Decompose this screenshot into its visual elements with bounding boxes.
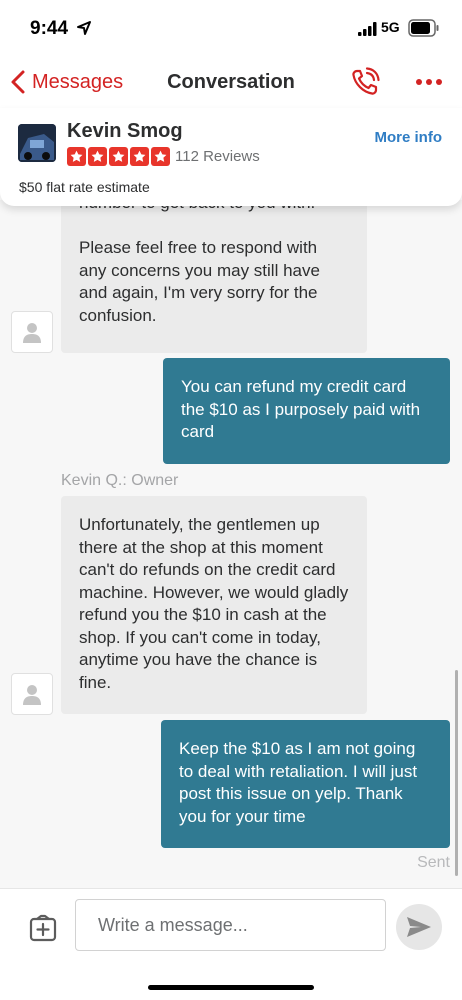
business-card: Kevin Smog 112 Reviews More info $50 fla… bbox=[0, 108, 462, 206]
back-button[interactable]: Messages bbox=[10, 68, 123, 96]
star-rating bbox=[67, 147, 170, 166]
nav-bar: Messages Conversation bbox=[0, 56, 462, 108]
scrollbar[interactable] bbox=[455, 670, 458, 876]
business-photo[interactable] bbox=[18, 124, 56, 162]
star-icon bbox=[88, 147, 107, 166]
message-text: number to get back to you with. Please f… bbox=[79, 200, 320, 325]
phone-icon bbox=[352, 67, 380, 95]
call-button[interactable] bbox=[348, 65, 382, 99]
chevron-left-icon bbox=[11, 70, 25, 94]
price-estimate: $50 flat rate estimate bbox=[19, 179, 150, 195]
more-options-button[interactable] bbox=[412, 65, 446, 99]
message-text: Unfortunately, the gentlemen up there at… bbox=[79, 515, 354, 692]
star-icon bbox=[151, 147, 170, 166]
star-icon bbox=[67, 147, 86, 166]
attach-button[interactable] bbox=[27, 913, 59, 945]
status-bar: 9:44 5G bbox=[0, 0, 462, 56]
status-time: 9:44 bbox=[30, 18, 69, 39]
sender-avatar bbox=[11, 673, 53, 715]
message-status: Sent bbox=[417, 854, 450, 871]
send-icon bbox=[407, 917, 431, 937]
network-type: 5G bbox=[381, 19, 400, 35]
message-composer bbox=[0, 888, 462, 1000]
message-bubble-outgoing: You can refund my credit card the $10 as… bbox=[163, 358, 450, 464]
message-bubble-incoming: Unfortunately, the gentlemen up there at… bbox=[61, 496, 367, 714]
star-icon bbox=[130, 147, 149, 166]
message-bubble-outgoing: Keep the $10 as I am not going to deal w… bbox=[161, 720, 450, 848]
message-input[interactable] bbox=[75, 899, 386, 951]
review-count: 112 Reviews bbox=[175, 148, 260, 165]
business-photo-image bbox=[18, 124, 56, 162]
home-indicator[interactable] bbox=[148, 985, 314, 990]
message-text: You can refund my credit card the $10 as… bbox=[181, 377, 425, 441]
message-text: Keep the $10 as I am not going to deal w… bbox=[179, 739, 422, 826]
message-bubble-incoming: number to get back to you with. Please f… bbox=[61, 200, 367, 353]
location-arrow-icon bbox=[77, 21, 91, 35]
user-icon bbox=[23, 685, 41, 705]
signal-icon bbox=[358, 22, 377, 36]
add-attachment-icon bbox=[29, 914, 57, 942]
more-dots-icon bbox=[416, 79, 442, 85]
send-button[interactable] bbox=[396, 904, 442, 950]
sender-avatar bbox=[11, 311, 53, 353]
sender-name: Kevin Q.: Owner bbox=[61, 472, 179, 489]
back-label: Messages bbox=[32, 70, 124, 93]
battery-icon bbox=[408, 19, 439, 37]
user-icon bbox=[23, 323, 41, 343]
more-info-link[interactable]: More info bbox=[375, 129, 443, 146]
business-name[interactable]: Kevin Smog bbox=[67, 120, 183, 143]
conversation-thread[interactable]: number to get back to you with. Please f… bbox=[0, 200, 462, 888]
star-icon bbox=[109, 147, 128, 166]
